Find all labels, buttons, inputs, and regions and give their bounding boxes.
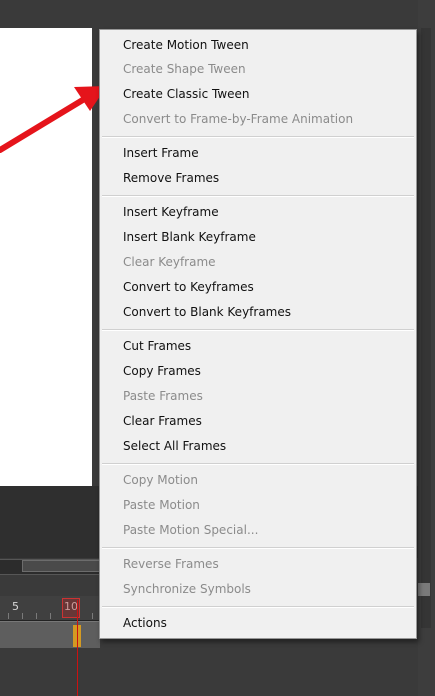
menu-separator: [102, 463, 414, 465]
playhead-line: [77, 600, 78, 696]
scroll-arrow-right-icon[interactable]: [418, 583, 430, 596]
menu-separator: [102, 606, 414, 608]
menu-item-convert-frame-by-frame[interactable]: Convert to Frame-by-Frame Animation: [123, 109, 353, 129]
menu-separator: [102, 195, 414, 197]
ruler-tick: [36, 613, 37, 619]
menu-item-paste-motion-special[interactable]: Paste Motion Special...: [123, 520, 258, 540]
menu-item-copy-motion[interactable]: Copy Motion: [123, 470, 198, 490]
ruler-tick: [8, 613, 9, 619]
ruler-tick: [50, 613, 51, 619]
menu-item-create-shape-tween[interactable]: Create Shape Tween: [123, 59, 246, 79]
menu-item-insert-frame[interactable]: Insert Frame: [123, 143, 199, 163]
ruler-tick: [22, 613, 23, 619]
menu-item-create-classic-tween[interactable]: Create Classic Tween: [123, 84, 250, 104]
context-menu: Create Motion Tween Create Shape Tween C…: [99, 29, 417, 639]
scrollbar-thumb[interactable]: [22, 560, 100, 572]
menu-item-insert-keyframe[interactable]: Insert Keyframe: [123, 202, 219, 222]
menu-separator: [102, 136, 414, 138]
menu-item-clear-frames[interactable]: Clear Frames: [123, 411, 202, 431]
menu-item-synchronize-symbols[interactable]: Synchronize Symbols: [123, 579, 251, 599]
menu-item-cut-frames[interactable]: Cut Frames: [123, 336, 191, 356]
menu-item-actions[interactable]: Actions: [123, 613, 167, 633]
panel-scroll-track: [421, 28, 431, 628]
frame-number-5: 5: [12, 600, 19, 613]
ruler-tick: [92, 613, 93, 619]
timeline-layer-row[interactable]: [0, 621, 100, 648]
menu-item-copy-frames[interactable]: Copy Frames: [123, 361, 201, 381]
timeline-ruler[interactable]: 5 10: [0, 596, 100, 621]
menu-separator: [102, 329, 414, 331]
menu-item-convert-to-blank-keyframes[interactable]: Convert to Blank Keyframes: [123, 302, 291, 322]
menu-item-reverse-frames[interactable]: Reverse Frames: [123, 554, 219, 574]
menu-item-paste-motion[interactable]: Paste Motion: [123, 495, 200, 515]
menu-item-remove-frames[interactable]: Remove Frames: [123, 168, 219, 188]
menu-item-convert-to-keyframes[interactable]: Convert to Keyframes: [123, 277, 254, 297]
menu-separator: [102, 547, 414, 549]
menu-item-clear-keyframe[interactable]: Clear Keyframe: [123, 252, 216, 272]
menu-item-paste-frames[interactable]: Paste Frames: [123, 386, 203, 406]
menu-item-select-all-frames[interactable]: Select All Frames: [123, 436, 226, 456]
menu-item-insert-blank-keyframe[interactable]: Insert Blank Keyframe: [123, 227, 256, 247]
menu-item-create-motion-tween[interactable]: Create Motion Tween: [123, 35, 249, 55]
